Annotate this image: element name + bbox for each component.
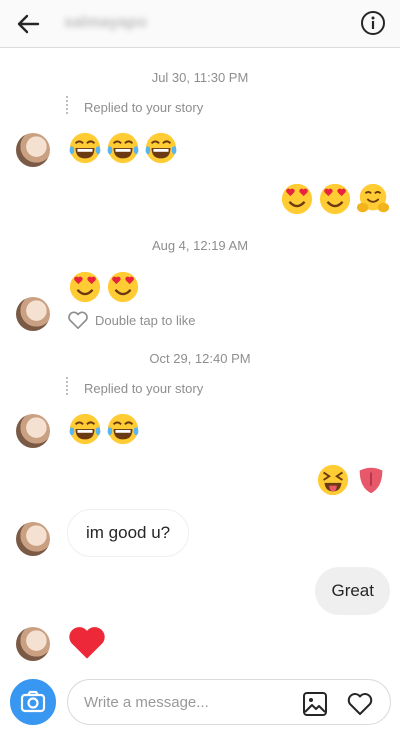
emoji-message[interactable] (68, 412, 140, 446)
heart-outline-icon (68, 311, 88, 329)
gallery-icon[interactable] (302, 691, 328, 717)
replied-label: Replied to your story (84, 100, 204, 115)
avatar[interactable] (16, 522, 50, 556)
reply-divider (66, 96, 68, 116)
face-with-tears-of-joy-emoji (106, 131, 140, 165)
double-tap-label: Double tap to like (95, 312, 196, 328)
face-with-tears-of-joy-emoji (144, 131, 178, 165)
header: salmayapo (0, 0, 400, 48)
face-with-tears-of-joy-emoji (68, 412, 102, 446)
emoji-message[interactable] (68, 131, 178, 165)
smiling-face-with-heart-eyes-emoji (106, 270, 140, 304)
message-composer (0, 670, 400, 731)
avatar[interactable] (16, 133, 50, 167)
camera-icon (20, 690, 46, 713)
emoji-message-outgoing[interactable] (280, 182, 390, 216)
avatar[interactable] (16, 297, 50, 331)
smiling-face-with-heart-eyes-emoji (68, 270, 102, 304)
emoji-message-outgoing[interactable] (316, 463, 388, 497)
face-with-tears-of-joy-emoji (106, 412, 140, 446)
timestamp: Oct 29, 12:40 PM (149, 351, 251, 366)
hugging-face-emoji (356, 182, 390, 216)
red-heart-emoji[interactable] (66, 622, 108, 662)
heart-icon[interactable] (346, 691, 374, 717)
squinting-face-with-tongue-emoji (316, 463, 350, 497)
replied-label: Replied to your story (84, 381, 204, 396)
double-tap-to-like[interactable]: Double tap to like (67, 310, 195, 330)
avatar[interactable] (16, 414, 50, 448)
timestamp: Jul 30, 11:30 PM (151, 70, 249, 85)
emoji-message[interactable] (68, 270, 140, 304)
tongue-emoji (354, 463, 388, 497)
message-bubble-incoming[interactable]: im good u? (67, 509, 190, 557)
arrow-left-icon[interactable] (14, 10, 42, 38)
message-input-container (67, 679, 391, 725)
message-input[interactable] (84, 691, 284, 713)
avatar[interactable] (16, 627, 50, 661)
face-with-tears-of-joy-emoji (68, 131, 102, 165)
camera-button[interactable] (10, 679, 56, 725)
message-bubble-outgoing[interactable]: Great (315, 567, 390, 615)
smiling-face-with-heart-eyes-emoji (280, 182, 314, 216)
smiling-face-with-heart-eyes-emoji (318, 182, 352, 216)
reply-divider (66, 377, 68, 397)
info-circle-icon[interactable] (360, 10, 386, 36)
page-title[interactable]: salmayapo (64, 14, 147, 32)
timestamp: Aug 4, 12:19 AM (151, 238, 249, 253)
